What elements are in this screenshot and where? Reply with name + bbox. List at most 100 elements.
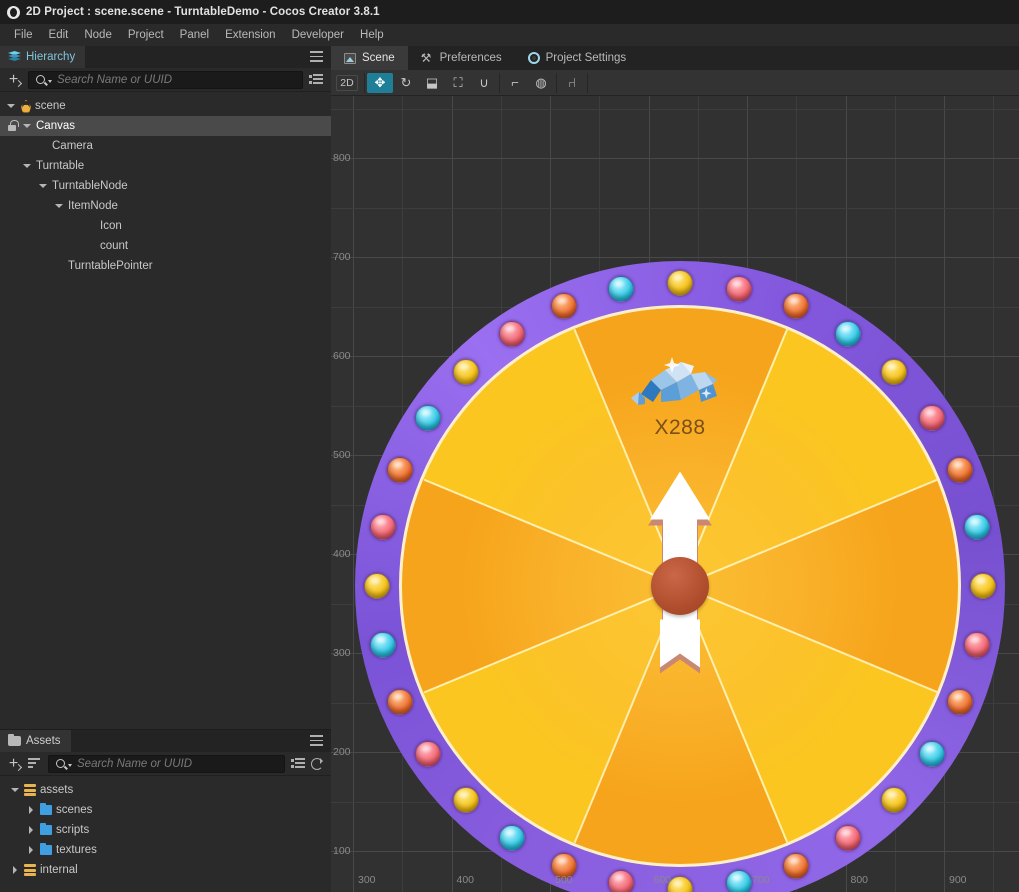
ring-bulb <box>452 787 479 814</box>
tree-item-turntable[interactable]: Turntable <box>0 156 331 176</box>
ring-bulb <box>387 688 414 715</box>
gear-icon <box>527 52 540 64</box>
ring-bulb <box>364 573 390 599</box>
tree-item-turntablenode[interactable]: TurntableNode <box>0 176 331 196</box>
move-icon: ✥ <box>374 75 386 90</box>
tree-item-internal[interactable]: internal <box>0 860 331 880</box>
folder-icon <box>40 802 52 815</box>
chevron-right-icon[interactable] <box>10 865 20 875</box>
menu-node[interactable]: Node <box>76 27 120 43</box>
chevron-right-icon[interactable] <box>26 805 36 815</box>
hierarchy-menu-icon[interactable] <box>310 51 323 62</box>
folder-icon <box>8 734 21 746</box>
magnet-tool-button[interactable]: ∪ <box>471 73 497 93</box>
menu-edit[interactable]: Edit <box>41 27 77 43</box>
lock-icon[interactable] <box>6 120 19 132</box>
tree-item-scene[interactable]: scene <box>0 96 331 116</box>
cocos-logo-icon <box>7 5 20 19</box>
main-tabbar: Scene ⚒ Preferences Project Settings <box>331 46 1019 70</box>
tree-item-label: TurntableNode <box>52 180 128 192</box>
ring-bulb <box>881 358 908 385</box>
tab-assets[interactable]: Assets <box>0 730 71 752</box>
tree-item-itemnode[interactable]: ItemNode <box>0 196 331 216</box>
scale-tool-button[interactable]: ⬓ <box>419 73 445 93</box>
item-node[interactable]: X288 <box>595 346 765 440</box>
chevron-down-icon[interactable] <box>54 201 64 211</box>
tree-item-camera[interactable]: Camera <box>0 136 331 156</box>
chevron-down-icon[interactable] <box>6 101 16 111</box>
wrench-icon: ⚒ <box>420 51 432 65</box>
menu-panel[interactable]: Panel <box>172 27 217 43</box>
tree-item-turntablepointer[interactable]: TurntablePointer <box>0 256 331 276</box>
search-icon <box>56 759 65 768</box>
tree-item-canvas[interactable]: Canvas <box>0 116 331 136</box>
hierarchy-search-placeholder: Search Name or UUID <box>57 73 173 86</box>
chevron-down-icon[interactable] <box>10 785 20 795</box>
add-node-icon[interactable]: + <box>5 71 22 88</box>
tab-scene[interactable]: Scene <box>331 46 408 70</box>
tab-label: Scene <box>362 52 395 64</box>
tree-item-label: ItemNode <box>68 200 118 212</box>
tree-item-label: count <box>100 240 129 252</box>
scene-file-icon <box>20 100 31 113</box>
layers-icon <box>8 51 21 63</box>
gizmo-world-button[interactable]: ◍ <box>528 73 554 93</box>
menu-project[interactable]: Project <box>120 27 172 43</box>
tree-item-count[interactable]: count <box>0 236 331 256</box>
chevron-down-icon[interactable] <box>22 121 32 131</box>
scene-toolbar: 2D ✥ ↻ ⬓ ⛶ ∪ ⌐ ◍ ⑁ <box>331 70 1019 96</box>
ruler-y-label: 700 <box>333 251 351 263</box>
ring-bulb <box>415 404 442 431</box>
gizmo-local-button[interactable]: ⌐ <box>502 73 528 93</box>
ruler-x-label: 900 <box>949 874 967 886</box>
turntable-node[interactable]: X288 <box>352 258 1008 892</box>
assets-search-input[interactable]: Search Name or UUID <box>48 754 285 773</box>
ruler-x-label: 500 <box>555 874 573 886</box>
tree-item-textures[interactable]: textures <box>0 840 331 860</box>
ring-bulb <box>918 404 945 431</box>
tab-project-settings[interactable]: Project Settings <box>514 46 640 70</box>
menu-file[interactable]: File <box>6 27 41 43</box>
pivot-icon: ⌐ <box>511 75 519 90</box>
tab-hierarchy-label: Hierarchy <box>26 51 76 63</box>
assets-menu-icon[interactable] <box>310 735 323 746</box>
list-options-icon[interactable] <box>291 758 305 769</box>
toggle-2d-button[interactable]: 2D <box>336 74 358 91</box>
chevron-down-icon[interactable] <box>38 181 48 191</box>
ring-bulb <box>964 513 991 540</box>
ring-bulb <box>498 824 525 851</box>
menu-developer[interactable]: Developer <box>284 27 352 43</box>
list-options-icon[interactable] <box>309 74 323 85</box>
chevron-right-icon[interactable] <box>26 845 36 855</box>
tree-item-assets[interactable]: assets <box>0 780 331 800</box>
rotate-tool-button[interactable]: ↻ <box>393 73 419 93</box>
refresh-icon[interactable] <box>311 757 323 770</box>
assets-panel: Assets + Search Name or UUID assets scene… <box>0 729 331 892</box>
menu-extension[interactable]: Extension <box>217 27 284 43</box>
ring-bulb <box>946 457 973 484</box>
menu-help[interactable]: Help <box>352 27 392 43</box>
tab-label: Project Settings <box>545 52 627 64</box>
assets-search-row: + Search Name or UUID <box>0 752 331 776</box>
assets-search-placeholder: Search Name or UUID <box>77 757 193 770</box>
scale-icon: ⬓ <box>425 75 439 90</box>
tab-hierarchy[interactable]: Hierarchy <box>0 46 86 68</box>
tree-item-icon[interactable]: Icon <box>0 216 331 236</box>
move-tool-button[interactable]: ✥ <box>367 72 393 93</box>
add-asset-icon[interactable]: + <box>5 755 22 772</box>
rect-tool-button[interactable]: ⛶ <box>445 73 471 93</box>
hierarchy-search-input[interactable]: Search Name or UUID <box>28 70 303 89</box>
chevron-right-icon[interactable] <box>26 825 36 835</box>
ruler-y-label: 500 <box>333 449 351 461</box>
sort-icon[interactable] <box>28 758 42 769</box>
tree-item-scenes[interactable]: scenes <box>0 800 331 820</box>
chevron-down-icon[interactable] <box>22 161 32 171</box>
tree-item-label: scene <box>35 100 66 112</box>
globe-icon: ◍ <box>535 75 547 90</box>
layers-dropdown[interactable]: ⑁ <box>559 73 585 93</box>
scene-viewport[interactable]: X288 300 400 500 600 700 800 900 800 700 600 <box>331 96 1019 892</box>
database-icon <box>24 784 36 796</box>
tab-preferences[interactable]: ⚒ Preferences <box>407 46 515 70</box>
item-count-label: X288 <box>654 416 706 439</box>
tree-item-scripts[interactable]: scripts <box>0 820 331 840</box>
